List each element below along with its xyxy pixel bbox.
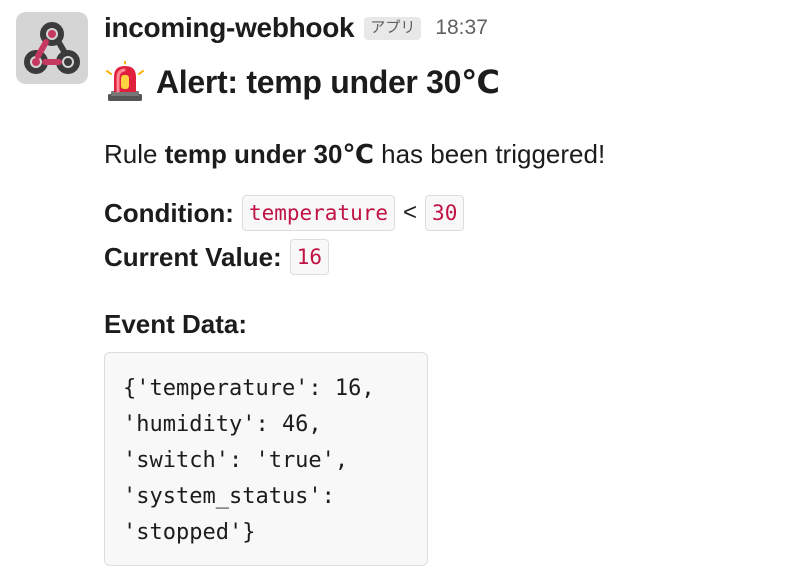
webhook-icon: [16, 12, 88, 84]
avatar[interactable]: [16, 12, 88, 84]
alert-title: Alert: temp under 30℃: [156, 64, 500, 100]
timestamp[interactable]: 18:37: [435, 16, 488, 40]
condition-row: Condition: temperature < 30: [104, 193, 465, 233]
condition-operator: <: [403, 199, 418, 226]
code-line: 'humidity': 46,: [123, 412, 322, 437]
current-value-label: Current Value:: [104, 242, 282, 272]
rule-description: Rule temp under 30℃ has been triggered!: [104, 136, 605, 172]
code-line: 'system_status':: [123, 484, 335, 509]
code-line: 'stopped'}: [123, 520, 256, 545]
rule-prefix: Rule: [104, 139, 165, 169]
sender-name[interactable]: incoming-webhook: [104, 12, 355, 44]
alert-title-row: Alert: temp under 30℃: [104, 58, 500, 106]
condition-label: Condition:: [104, 198, 234, 228]
condition-threshold: 30: [425, 195, 465, 231]
event-data-label: Event Data:: [104, 309, 248, 339]
current-value-row: Current Value: 16: [104, 237, 330, 277]
rule-name: temp under 30℃: [164, 139, 374, 169]
event-data-code-block[interactable]: {'temperature': 16, 'humidity': 46, 'swi…: [104, 352, 428, 566]
code-line: 'switch': 'true',: [123, 448, 349, 473]
rotating-light-icon: [104, 61, 146, 103]
condition-field: temperature: [241, 195, 396, 231]
current-value: 16: [289, 239, 330, 275]
rule-suffix: has been triggered!: [373, 139, 606, 169]
message-header: incoming-webhook アプリ 18:37: [104, 8, 488, 48]
code-line: {'temperature': 16,: [123, 376, 375, 401]
app-badge: アプリ: [364, 16, 422, 40]
message: incoming-webhook アプリ 18:37 Alert: temp u…: [0, 0, 800, 576]
